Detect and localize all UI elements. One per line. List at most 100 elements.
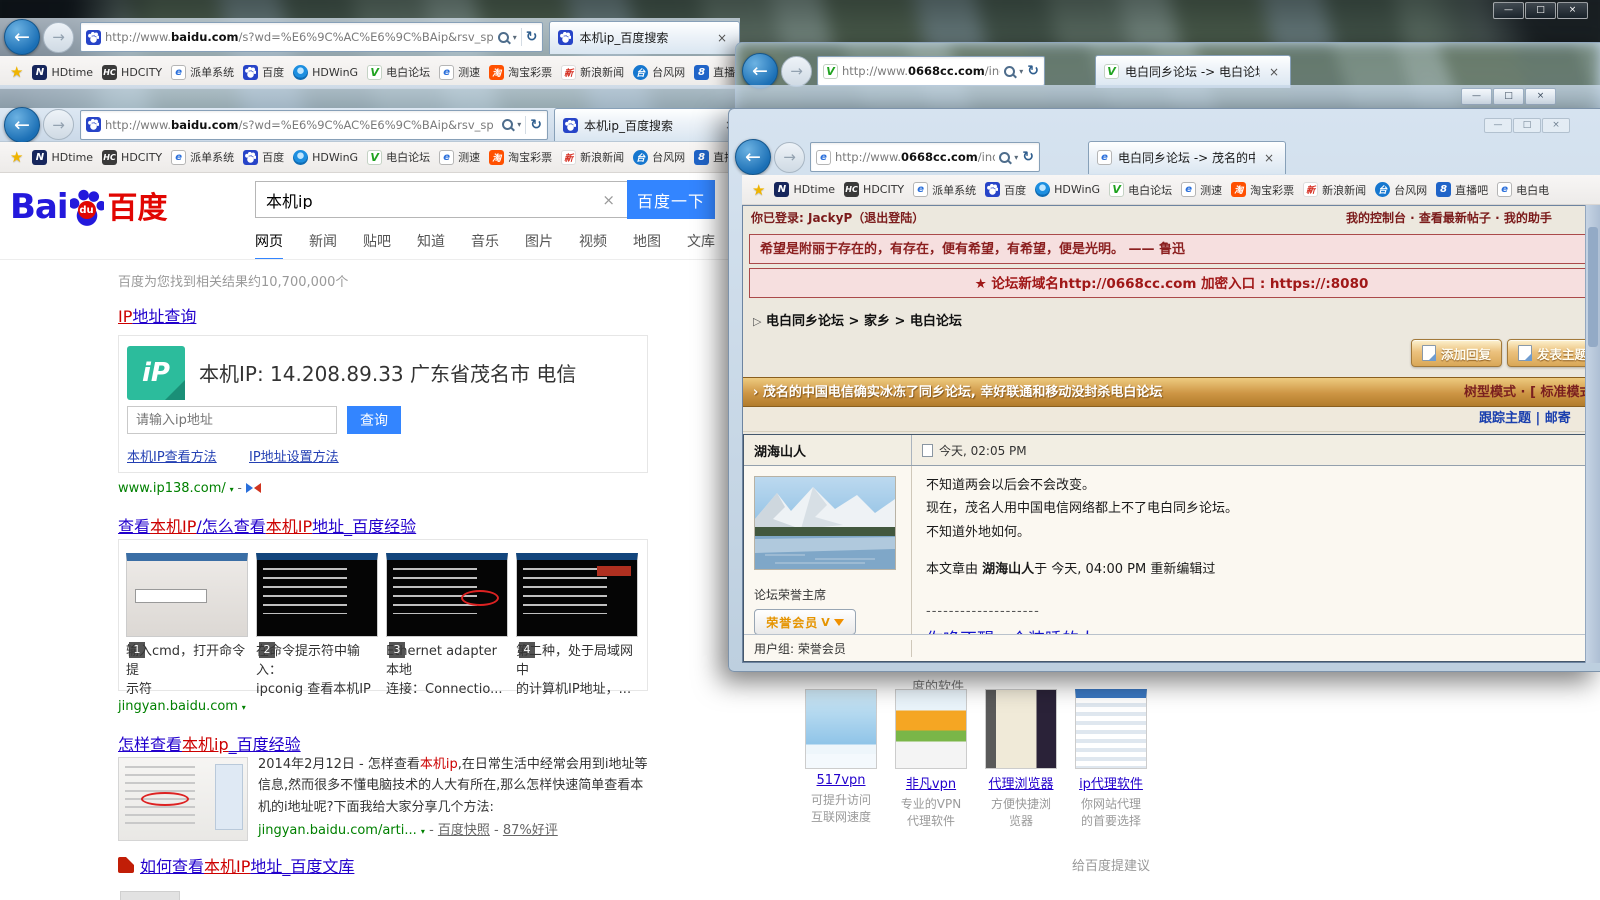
result-type-tab[interactable]: 文库 xyxy=(687,231,715,260)
add-reply-button[interactable]: 添加回复 xyxy=(1411,339,1502,367)
forward-button[interactable]: → xyxy=(781,56,812,87)
bookmark-item[interactable]: 8 直播吧 xyxy=(1436,182,1488,198)
view-mode-links[interactable]: 树型模式 · [ 标准模式 xyxy=(1464,378,1592,408)
tab-close-icon[interactable]: × xyxy=(1266,63,1282,81)
ad-item[interactable]: 代理浏览器 方便快捷浏览器 xyxy=(984,689,1058,831)
tab-close-icon[interactable]: × xyxy=(1261,149,1277,167)
result4-title-link[interactable]: 如何查看本机IP地址_百度文库 xyxy=(140,853,354,877)
bookmark-item[interactable]: HDWinG xyxy=(293,65,358,80)
close-icon[interactable]: × xyxy=(1557,2,1588,19)
chevron-down-icon[interactable]: ▾ xyxy=(230,485,234,494)
browser-tab[interactable]: 本机ip_百度搜索 × xyxy=(549,21,740,54)
ad-item[interactable]: ip代理软件 你网站代理的首要选择 xyxy=(1074,689,1148,831)
back-button[interactable]: ← xyxy=(742,53,778,89)
bookmark-item[interactable]: 新 新浪新闻 xyxy=(1303,182,1366,198)
back-button[interactable]: ← xyxy=(735,139,771,175)
bookmark-item[interactable]: e 测速 xyxy=(1181,182,1222,198)
search-icon[interactable] xyxy=(502,119,513,130)
search-input[interactable] xyxy=(256,190,590,209)
forward-button[interactable]: → xyxy=(43,22,74,53)
ad-link[interactable]: 非凡vpn xyxy=(906,777,956,792)
step-thumbnail[interactable]: 1 输入cmd，打开命令提示符 xyxy=(126,553,248,700)
clear-search-icon[interactable]: × xyxy=(590,191,627,209)
maximize-icon[interactable]: □ xyxy=(1525,2,1556,19)
refresh-icon[interactable]: ↻ xyxy=(526,29,538,45)
refresh-icon[interactable]: ↻ xyxy=(1027,63,1039,79)
track-topic-links[interactable]: 跟踪主题 | 邮寄 xyxy=(1479,407,1571,431)
bookmark-item[interactable]: 百度 xyxy=(243,64,284,80)
chevron-down-icon[interactable]: ▾ xyxy=(242,703,246,712)
result3-url[interactable]: jingyan.baidu.com/arti... xyxy=(258,823,417,838)
ad-item[interactable]: 517vpn 可提升访问互联网速度 xyxy=(804,689,878,831)
result2-url[interactable]: jingyan.baidu.com xyxy=(118,699,238,714)
chevron-down-icon[interactable]: ▾ xyxy=(1019,67,1023,76)
address-bar[interactable]: http://www.baidu.com/s?wd=%E6%9C%AC%E6%9… xyxy=(80,110,548,140)
bookmark-item[interactable]: e 测速 xyxy=(439,149,480,165)
maximize-icon[interactable]: □ xyxy=(1513,118,1541,133)
result2-title-link[interactable]: 查看本机IP/怎么查看本机IP地址_百度经验 xyxy=(118,513,416,537)
ip-settings-link[interactable]: IP地址设置方法 xyxy=(249,446,339,465)
result-type-tab[interactable]: 图片 xyxy=(525,231,553,260)
bookmark-item[interactable]: 台 台风网 xyxy=(633,64,685,80)
favorites-star-icon[interactable]: ★ xyxy=(10,148,23,166)
result-type-tab[interactable]: 新闻 xyxy=(309,231,337,260)
baidu-search-button[interactable]: 百度一下 xyxy=(627,180,715,219)
user-links[interactable]: 我的控制台 · 查看最新帖子 · 我的助手 xyxy=(1346,206,1552,230)
bookmark-item[interactable]: 淘 淘宝彩票 xyxy=(489,64,552,80)
browser-tab[interactable]: 本机ip_百度搜索 × xyxy=(554,108,748,141)
browser-tab[interactable]: V 电白同乡论坛 -> 电白论坛... × xyxy=(1095,55,1291,88)
refresh-icon[interactable]: ↻ xyxy=(1022,149,1034,165)
bookmark-item[interactable]: 台 台风网 xyxy=(633,149,685,165)
ad-link[interactable]: 代理浏览器 xyxy=(988,777,1053,792)
tab-close-icon[interactable]: × xyxy=(713,29,731,47)
favorites-star-icon[interactable]: ★ xyxy=(10,63,23,81)
minimize-icon[interactable]: — xyxy=(1461,88,1492,105)
search-icon[interactable] xyxy=(498,32,509,43)
step-thumbnail[interactable]: 4 第二种，处于局域网中的计算机IP地址，... xyxy=(516,553,638,700)
close-icon[interactable]: × xyxy=(1542,118,1570,133)
result1-title-link[interactable]: IP地址查询 xyxy=(118,303,196,327)
bookmark-item[interactable]: V 电白论坛 xyxy=(367,64,430,80)
baidu-feedback-link[interactable]: 给百度提建议 xyxy=(1072,855,1150,874)
glass-titlebar[interactable] xyxy=(729,109,1600,141)
bookmark-item[interactable]: 台 台风网 xyxy=(1375,182,1427,198)
ip-howto-link[interactable]: 本机IP查看方法 xyxy=(127,446,217,465)
step-thumbnail[interactable]: 2 在命令提示符中输入：ipconig 查看本机IP xyxy=(256,553,378,700)
bookmark-item[interactable]: HC HDCITY xyxy=(102,65,162,80)
rating-link[interactable]: 87%好评 xyxy=(503,823,558,838)
back-button[interactable]: ← xyxy=(4,107,40,143)
bookmark-item[interactable]: HC HDCITY xyxy=(102,150,162,165)
bookmark-item[interactable]: V 电白论坛 xyxy=(1109,182,1172,198)
bookmark-item[interactable]: e 派单系统 xyxy=(171,64,234,80)
bookmark-item[interactable]: e 派单系统 xyxy=(171,149,234,165)
result-type-tab[interactable]: 音乐 xyxy=(471,231,499,260)
back-button[interactable]: ← xyxy=(4,19,40,55)
bookmark-item[interactable]: 淘 淘宝彩票 xyxy=(1231,182,1294,198)
address-bar[interactable]: e http://www.0668cc.com/index.p ▾ ↻ xyxy=(810,142,1040,172)
ip-query-input[interactable] xyxy=(127,406,337,434)
avatar[interactable] xyxy=(754,476,896,570)
minimize-icon[interactable]: — xyxy=(1493,2,1524,19)
result-type-tab[interactable]: 贴吧 xyxy=(363,231,391,260)
search-icon[interactable] xyxy=(1004,66,1015,77)
ip-query-button[interactable]: 查询 xyxy=(347,406,401,434)
forward-button[interactable]: → xyxy=(43,109,74,140)
bookmark-item[interactable]: N HDtime xyxy=(774,182,835,197)
bookmark-item[interactable]: HC HDCITY xyxy=(844,182,904,197)
bookmark-item[interactable]: 新 新浪新闻 xyxy=(561,149,624,165)
chevron-down-icon[interactable]: ▾ xyxy=(513,33,517,42)
ad-item[interactable]: 非凡vpn 专业的VPN代理软件 xyxy=(894,689,968,831)
forward-button[interactable]: → xyxy=(774,142,805,173)
bookmark-item[interactable]: 百度 xyxy=(985,182,1026,198)
bookmark-item[interactable]: 百度 xyxy=(243,149,284,165)
result-type-tab[interactable]: 视频 xyxy=(579,231,607,260)
breadcrumb[interactable]: ▷ 电白同乡论坛 > 家乡 > 电白论坛 xyxy=(743,310,1600,329)
close-icon[interactable]: × xyxy=(1525,88,1556,105)
post-author[interactable]: 湖海山人 xyxy=(744,435,912,465)
bookmark-item[interactable]: N HDtime xyxy=(32,150,93,165)
forum-scrollbar[interactable] xyxy=(1585,205,1600,663)
result1-url[interactable]: www.ip138.com/ xyxy=(118,481,226,496)
result-type-tab[interactable]: 网页 xyxy=(255,231,283,260)
chevron-down-icon[interactable]: ▾ xyxy=(421,827,425,836)
minimize-icon[interactable]: — xyxy=(1484,118,1512,133)
